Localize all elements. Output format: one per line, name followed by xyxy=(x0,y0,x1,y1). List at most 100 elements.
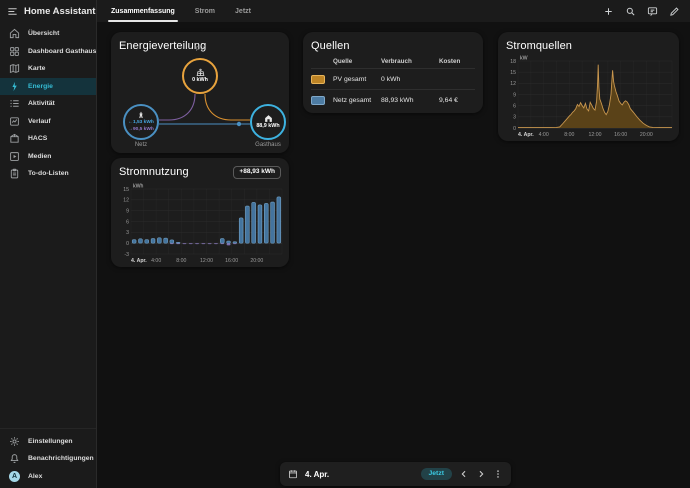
svg-text:9: 9 xyxy=(513,92,516,98)
stromnutzung-chart[interactable]: -303691215kWh4. Apr.4:008:0012:0016:0020… xyxy=(116,181,285,264)
grid-node[interactable]: ←1,53 kWh →90,5 kWh xyxy=(123,104,159,140)
svg-text:6: 6 xyxy=(126,219,129,225)
svg-text:16:00: 16:00 xyxy=(225,258,238,264)
col-kosten: Kosten xyxy=(439,55,475,68)
pv-value: 0 kWh xyxy=(192,78,208,84)
stromquellen-chart[interactable]: 0369121518kW4. Apr.4:008:0012:0016:0020:… xyxy=(503,53,675,138)
sidebar-item-uebersicht[interactable]: Übersicht xyxy=(0,25,96,43)
total-usage-badge: +88,93 kWh xyxy=(233,166,281,179)
avatar: A xyxy=(9,471,20,482)
menu-icon[interactable] xyxy=(7,6,18,17)
source-cost xyxy=(439,69,475,89)
card-quellen: Quellen Quelle Verbrauch Kosten PV gesam… xyxy=(303,32,483,113)
svg-text:kW: kW xyxy=(520,56,528,62)
source-name[interactable]: Netz gesamt xyxy=(333,90,381,110)
sidebar-bottom: Einstellungen Benachrichtigungen A Alex xyxy=(0,428,96,488)
svg-text:4:00: 4:00 xyxy=(539,132,549,138)
sidebar-item-label: Dashboard Gasthaus xyxy=(28,48,96,55)
tab-strom[interactable]: Strom xyxy=(185,0,225,22)
sidebar-item-aktivitaet[interactable]: Aktivität xyxy=(0,95,96,113)
sidebar-item-dashboard-gasthaus[interactable]: Dashboard Gasthaus xyxy=(0,43,96,61)
home-assistant-app: Home Assistant Übersicht Dashboard Gasth… xyxy=(0,0,690,488)
sidebar: Home Assistant Übersicht Dashboard Gasth… xyxy=(0,0,97,488)
sidebar-item-hacs[interactable]: HACS xyxy=(0,130,96,148)
home-value: 88,9 kWh xyxy=(256,124,279,130)
transmission-tower-icon xyxy=(137,111,145,119)
energy-dashboard: Energieverteilung PV 0 kWh ←1,53 kWh →90… xyxy=(97,22,690,488)
now-button[interactable]: Jetzt xyxy=(421,468,453,481)
clipboard-icon xyxy=(9,168,20,179)
topbar-actions xyxy=(603,6,690,17)
sidebar-item-verlauf[interactable]: Verlauf xyxy=(0,113,96,131)
svg-text:6: 6 xyxy=(513,103,516,109)
card-title: Stromquellen xyxy=(506,40,671,52)
hacs-store-icon xyxy=(9,133,20,144)
svg-text:4:00: 4:00 xyxy=(151,258,161,264)
card-energieverteilung: Energieverteilung PV 0 kWh ←1,53 kWh →90… xyxy=(111,32,289,153)
svg-text:16:00: 16:00 xyxy=(614,132,627,138)
house-icon xyxy=(264,114,273,123)
sidebar-item-energie[interactable]: Energie xyxy=(0,78,96,96)
sidebar-item-label: To-do-Listen xyxy=(28,170,69,177)
home-label: Gasthaus xyxy=(250,142,286,148)
chevron-right-icon[interactable] xyxy=(476,469,486,479)
assist-chat-icon[interactable] xyxy=(647,6,658,17)
svg-text:8:00: 8:00 xyxy=(176,258,186,264)
sidebar-item-todo-listen[interactable]: To-do-Listen xyxy=(0,165,96,183)
view-tabs: Zusammenfassung Strom Jetzt xyxy=(101,0,261,22)
card-title: Quellen xyxy=(311,40,475,52)
svg-text:12:00: 12:00 xyxy=(200,258,213,264)
map-icon xyxy=(9,63,20,74)
svg-text:15: 15 xyxy=(123,187,129,193)
sidebar-item-medien[interactable]: Medien xyxy=(0,148,96,166)
col-verbrauch: Verbrauch xyxy=(381,55,439,68)
source-cost: 9,64 € xyxy=(439,90,475,110)
sidebar-nav: Übersicht Dashboard Gasthaus Karte Energ… xyxy=(0,22,96,428)
edit-pencil-icon[interactable] xyxy=(669,6,680,17)
chevron-left-icon[interactable] xyxy=(459,469,469,479)
svg-text:-3: -3 xyxy=(124,252,129,258)
bell-icon xyxy=(9,453,20,464)
app-title: Home Assistant xyxy=(24,6,95,17)
source-name[interactable]: PV gesamt xyxy=(333,69,381,89)
date-picker-bar: 4. Apr. Jetzt xyxy=(280,462,511,486)
topbar: Zusammenfassung Strom Jetzt xyxy=(97,0,690,22)
calendar-icon[interactable] xyxy=(288,469,298,479)
pv-node[interactable]: 0 kWh xyxy=(182,58,218,94)
lightning-icon xyxy=(9,81,20,92)
flow-solar-to-home xyxy=(205,94,250,120)
netz-color-swatch xyxy=(311,96,325,105)
col-quelle: Quelle xyxy=(333,55,381,68)
sidebar-item-user[interactable]: A Alex xyxy=(0,468,96,486)
tab-zusammenfassung[interactable]: Zusammenfassung xyxy=(101,0,185,22)
card-stromquellen: Stromquellen 0369121518kW4. Apr.4:008:00… xyxy=(498,32,679,141)
svg-text:12: 12 xyxy=(123,198,129,204)
card-stromnutzung: Stromnutzung +88,93 kWh -303691215kWh4. … xyxy=(111,158,289,267)
svg-text:0: 0 xyxy=(513,126,516,132)
selected-date[interactable]: 4. Apr. xyxy=(305,470,329,479)
svg-text:0: 0 xyxy=(126,241,129,247)
gear-icon xyxy=(9,436,20,447)
flow-solar-to-grid xyxy=(159,94,195,120)
grid-import-value: →90,5 kWh xyxy=(128,127,154,133)
search-icon[interactable] xyxy=(625,6,636,17)
sidebar-item-label: Medien xyxy=(28,153,51,160)
sidebar-item-einstellungen[interactable]: Einstellungen xyxy=(0,433,96,451)
source-consumption: 88,93 kWh xyxy=(381,90,439,110)
sidebar-item-label: Verlauf xyxy=(28,118,51,125)
svg-text:12:00: 12:00 xyxy=(589,132,602,138)
history-chart-icon xyxy=(9,116,20,127)
svg-text:8:00: 8:00 xyxy=(564,132,574,138)
sidebar-item-benachrichtigungen[interactable]: Benachrichtigungen xyxy=(0,450,96,468)
sidebar-item-label: Energie xyxy=(28,83,53,90)
sidebar-item-label: Übersicht xyxy=(28,30,59,37)
user-name: Alex xyxy=(28,473,42,480)
sidebar-item-karte[interactable]: Karte xyxy=(0,60,96,78)
sidebar-item-label: Karte xyxy=(28,65,45,72)
tab-jetzt[interactable]: Jetzt xyxy=(225,0,261,22)
kebab-menu-icon[interactable] xyxy=(493,469,503,479)
home-node[interactable]: 88,9 kWh xyxy=(250,104,286,140)
svg-text:4. Apr.: 4. Apr. xyxy=(518,132,534,138)
card-title: Stromnutzung xyxy=(119,166,189,178)
add-icon[interactable] xyxy=(603,6,614,17)
